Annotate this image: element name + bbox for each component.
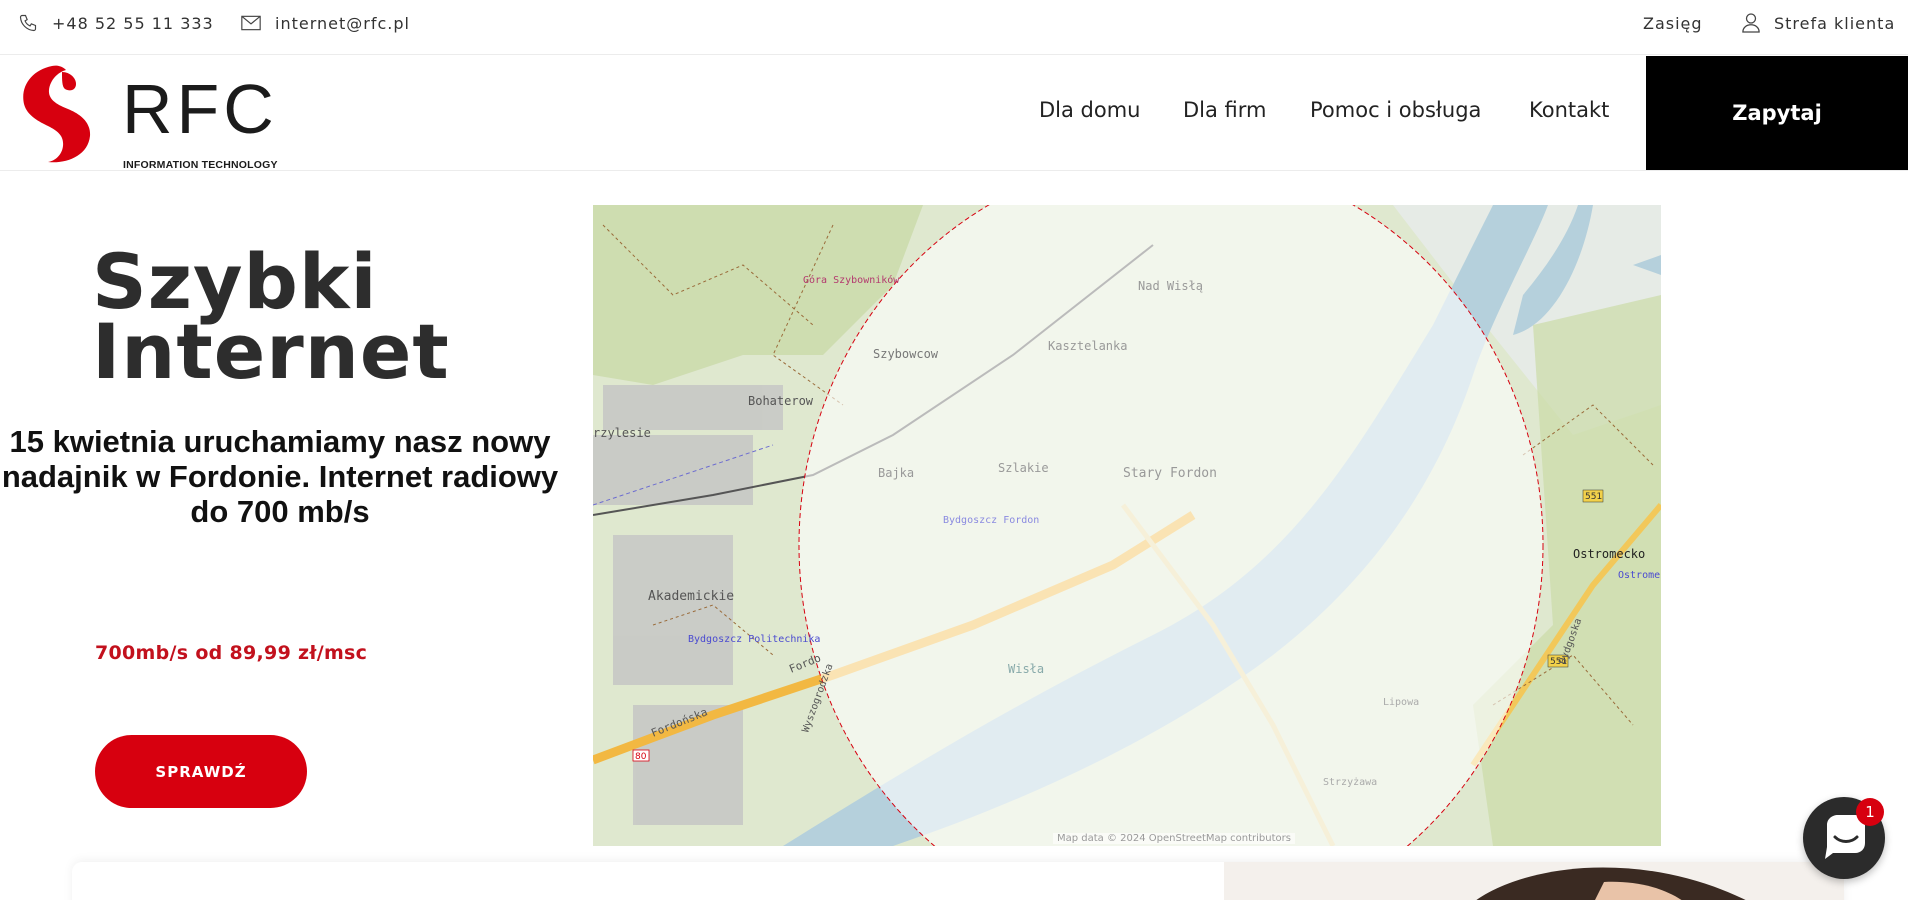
label-szlakie: Szlakie: [998, 461, 1049, 475]
chat-notification-badge: 1: [1856, 798, 1884, 826]
label-kasztelanka: Kasztelanka: [1048, 339, 1127, 353]
label-akademickie: Akademickie: [648, 589, 734, 604]
top-info-bar: +48 52 55 11 333 internet@rfc.pl Zasięg …: [0, 0, 1908, 55]
nav-dla-domu[interactable]: Dla domu: [1039, 98, 1141, 122]
bottom-section-card: [72, 862, 1844, 900]
label-ostromecko-station: Ostrome: [1618, 570, 1660, 581]
map-attribution: Map data © 2024 OpenStreetMap contributo…: [1053, 833, 1295, 844]
coverage-map[interactable]: 551 551 80 Góra Szybowników Szybowcow Bo…: [593, 205, 1661, 846]
range-link-label: Zasięg: [1643, 13, 1703, 33]
map-canvas: 551 551 80 Góra Szybowników Szybowcow Bo…: [593, 205, 1661, 846]
email-address: internet@rfc.pl: [275, 13, 410, 33]
range-link[interactable]: Zasięg: [1643, 0, 1703, 46]
client-zone-link[interactable]: Strefa klienta: [1742, 0, 1895, 46]
label-strzyzawa: Strzyżawa: [1323, 777, 1377, 788]
label-bydgoszcz-fordon: Bydgoszcz Fordon: [943, 515, 1039, 526]
label-szybowcow: Szybowcow: [873, 347, 939, 361]
label-bohaterow: Bohaterow: [748, 394, 814, 408]
hero-subtitle: 15 kwietnia uruchamiamy nasz nowy nadajn…: [1, 424, 559, 529]
client-zone-label: Strefa klienta: [1774, 13, 1896, 33]
ask-button[interactable]: Zapytaj: [1646, 56, 1908, 170]
price-offer: 700mb/s od 89,99 zł/msc: [95, 642, 368, 664]
label-stary-fordon: Stary Fordon: [1123, 466, 1217, 481]
label-nad-wisla: Nad Wisłą: [1138, 279, 1203, 293]
logo-tagline: INFORMATION TECHNOLOGY: [123, 159, 278, 171]
main-header: RFC INFORMATION TECHNOLOGY Dla domu Dla …: [0, 56, 1908, 171]
label-politechnika: Bydgoszcz Politechnika: [688, 634, 820, 645]
logo-wordmark: RFC: [122, 70, 278, 148]
nav-kontakt[interactable]: Kontakt: [1529, 98, 1609, 122]
phone-icon: [19, 14, 37, 32]
envelope-icon: [241, 15, 261, 31]
label-przylesie: rzylesie: [593, 426, 651, 440]
nav-pomoc-i-obsluga[interactable]: Pomoc i obsługa: [1310, 98, 1481, 122]
hero-title: Szybki Internet: [92, 244, 450, 396]
label-ostromecko: Ostromecko: [1573, 547, 1645, 561]
check-availability-button[interactable]: SPRAWDŹ: [95, 735, 307, 808]
route-551-marker: 551: [1585, 492, 1602, 502]
nav-dla-firm[interactable]: Dla firm: [1183, 98, 1267, 122]
label-wisla: Wisła: [1008, 662, 1044, 676]
label-lipowa: Lipowa: [1383, 697, 1419, 708]
route-80-marker: 80: [635, 752, 647, 762]
label-gora: Góra Szybowników: [803, 274, 900, 286]
phone-contact[interactable]: +48 52 55 11 333: [18, 0, 214, 46]
rfc-logo[interactable]: RFC INFORMATION TECHNOLOGY: [18, 64, 293, 171]
label-bajka: Bajka: [878, 466, 914, 480]
email-contact[interactable]: internet@rfc.pl: [241, 0, 410, 46]
phone-number: +48 52 55 11 333: [52, 13, 214, 33]
logo-mark-icon: [23, 65, 91, 163]
support-agent-photo: [1224, 862, 1844, 900]
user-icon: [1742, 13, 1760, 33]
coverage-area: [798, 205, 1544, 846]
hero-title-line-2: Internet: [92, 307, 450, 396]
